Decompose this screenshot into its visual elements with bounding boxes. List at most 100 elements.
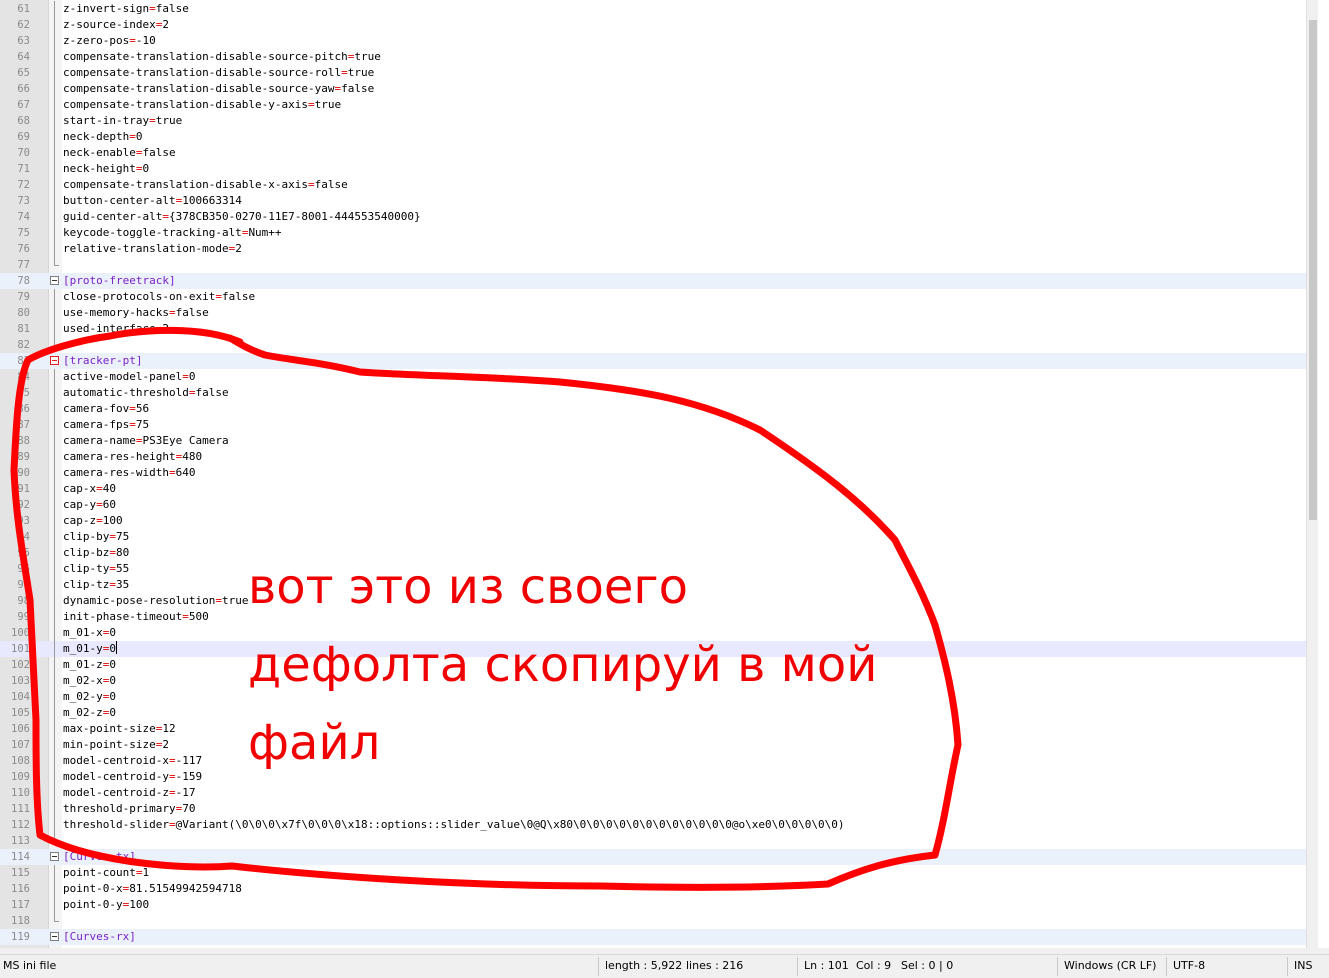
ini-value: 0 — [109, 626, 116, 639]
ini-key: clip-tz — [63, 578, 110, 591]
line-text: m_01-y=0 — [63, 641, 117, 657]
section-header-line[interactable]: 83 [tracker-pt] — [0, 353, 1318, 369]
code-line[interactable]: 64 compensate-translation-disable-source-… — [0, 49, 1318, 65]
ini-key: min-point-size — [63, 738, 156, 751]
code-line[interactable]: 117 point-0-y=100 — [0, 897, 1318, 913]
fold-guide-line — [54, 433, 55, 449]
code-line[interactable]: 72 compensate-translation-disable-x-axis=… — [0, 177, 1318, 193]
insert-mode[interactable]: INS — [1294, 959, 1312, 972]
code-line[interactable]: 81 used-interface=2 — [0, 321, 1318, 337]
vertical-scrollbar[interactable] — [1306, 0, 1318, 948]
section-name: [Curves-tx] — [63, 850, 136, 863]
line-number: 79 — [17, 291, 30, 303]
line-text: compensate-translation-disable-source-ya… — [63, 81, 374, 97]
code-line[interactable]: 76 relative-translation-mode=2 — [0, 241, 1318, 257]
code-line[interactable]: 62 z-source-index=2 — [0, 17, 1318, 33]
code-line[interactable]: 94 clip-by=75 — [0, 529, 1318, 545]
code-line[interactable]: 74 guid-center-alt={378CB350-0270-11E7-80… — [0, 209, 1318, 225]
ini-value: 2 — [162, 18, 169, 31]
fold-guide-line — [54, 529, 55, 545]
section-header-line[interactable]: 114 [Curves-tx] — [0, 849, 1318, 865]
ini-key: cap-x — [63, 482, 97, 495]
code-line[interactable]: 93 cap-z=100 — [0, 513, 1318, 529]
fold-guide-line — [54, 401, 55, 417]
code-line[interactable]: 89 camera-res-height=480 — [0, 449, 1318, 465]
ini-value: false — [195, 386, 229, 399]
fold-toggle-icon[interactable] — [50, 852, 59, 861]
ini-value: 70 — [182, 802, 196, 815]
code-line[interactable]: 66 compensate-translation-disable-source-… — [0, 81, 1318, 97]
ini-value: false — [314, 178, 348, 191]
code-line[interactable]: 84 active-model-panel=0 — [0, 369, 1318, 385]
code-line[interactable]: 85 automatic-threshold=false — [0, 385, 1318, 401]
ini-value: 480 — [182, 450, 203, 463]
code-line[interactable]: 75 keycode-toggle-tracking-alt=Num++ — [0, 225, 1318, 241]
ini-key: m_02-y — [63, 690, 103, 703]
line-number: 85 — [17, 387, 30, 399]
line-number: 82 — [17, 339, 30, 351]
text-editor[interactable]: 61 z-invert-sign=false 62 z-source-index=2 6… — [0, 0, 1318, 948]
fold-toggle-icon[interactable] — [50, 276, 59, 285]
ini-value: 80 — [115, 546, 130, 559]
ini-key: m_01-z — [63, 658, 103, 671]
code-line[interactable]: 113 — [0, 833, 1318, 849]
fold-guide-line — [54, 545, 55, 561]
code-line[interactable]: 77 — [0, 257, 1318, 273]
code-line[interactable]: 80 use-memory-hacks=false — [0, 305, 1318, 321]
code-line[interactable]: 112 threshold-slider=@Variant(\0\0\0\x7f\… — [0, 817, 1318, 833]
fold-end-marker — [54, 337, 59, 346]
ini-value: 81.51549942594718 — [129, 882, 242, 895]
code-line[interactable]: 61 z-invert-sign=false — [0, 1, 1318, 17]
equals-sign: = — [168, 754, 176, 767]
code-line[interactable]: 70 neck-enable=false — [0, 145, 1318, 161]
fold-guide-line — [54, 481, 55, 497]
code-line[interactable]: 69 neck-depth=0 — [0, 129, 1318, 145]
code-line[interactable]: 92 cap-y=60 — [0, 497, 1318, 513]
ini-value: true — [221, 594, 249, 607]
code-line[interactable]: 71 neck-height=0 — [0, 161, 1318, 177]
code-line[interactable]: 111 threshold-primary=70 — [0, 801, 1318, 817]
equals-sign: = — [96, 514, 103, 527]
encoding[interactable]: UTF-8 — [1173, 959, 1205, 972]
code-line[interactable]: 73 button-center-alt=100663314 — [0, 193, 1318, 209]
code-line[interactable]: 90 camera-res-width=640 — [0, 465, 1318, 481]
line-text: init-phase-timeout=500 — [63, 609, 209, 625]
code-line[interactable]: 110 model-centroid-z=-17 — [0, 785, 1318, 801]
ini-key: camera-name — [63, 434, 136, 447]
code-line[interactable]: 68 start-in-tray=true — [0, 113, 1318, 129]
line-text: guid-center-alt={378CB350-0270-11E7-8001… — [63, 209, 421, 225]
fold-toggle-icon[interactable] — [50, 356, 59, 365]
section-header-line[interactable]: 78 [proto-freetrack] — [0, 273, 1318, 289]
code-line[interactable]: 79 close-protocols-on-exit=false — [0, 289, 1318, 305]
scrollbar-thumb[interactable] — [1309, 20, 1317, 520]
line-text: m_01-x=0 — [63, 625, 116, 641]
code-line[interactable]: 118 — [0, 913, 1318, 929]
code-line[interactable]: 82 — [0, 337, 1318, 353]
fold-toggle-icon[interactable] — [50, 932, 59, 941]
ini-key: m_02-x — [63, 674, 103, 687]
line-number: 118 — [11, 915, 30, 927]
line-number: 72 — [17, 179, 30, 191]
ini-value: 500 — [188, 610, 209, 623]
ini-value: 75 — [115, 530, 130, 543]
code-line[interactable]: 87 camera-fps=75 — [0, 417, 1318, 433]
line-text: threshold-primary=70 — [63, 801, 195, 817]
ini-value: 640 — [175, 466, 196, 479]
code-line[interactable]: 88 camera-name=PS3Eye Camera — [0, 433, 1318, 449]
line-number: 73 — [17, 195, 30, 207]
line-number: 80 — [17, 307, 30, 319]
line-text: use-memory-hacks=false — [63, 305, 209, 321]
code-line[interactable]: 65 compensate-translation-disable-source-… — [0, 65, 1318, 81]
code-line[interactable]: 86 camera-fov=56 — [0, 401, 1318, 417]
section-header-line[interactable]: 119 [Curves-rx] — [0, 929, 1318, 945]
eol-format[interactable]: Windows (CR LF) — [1064, 959, 1156, 972]
code-line[interactable]: 67 compensate-translation-disable-y-axis=… — [0, 97, 1318, 113]
code-line[interactable]: 116 point-0-x=81.51549942594718 — [0, 881, 1318, 897]
code-line[interactable]: 91 cap-x=40 — [0, 481, 1318, 497]
ini-key: guid-center-alt — [63, 210, 163, 223]
ini-key: camera-fps — [63, 418, 130, 431]
line-number: 101 — [11, 643, 30, 655]
code-line[interactable]: 63 z-zero-pos=-10 — [0, 33, 1318, 49]
code-line[interactable]: 115 point-count=1 — [0, 865, 1318, 881]
line-text: relative-translation-mode=2 — [63, 241, 242, 257]
